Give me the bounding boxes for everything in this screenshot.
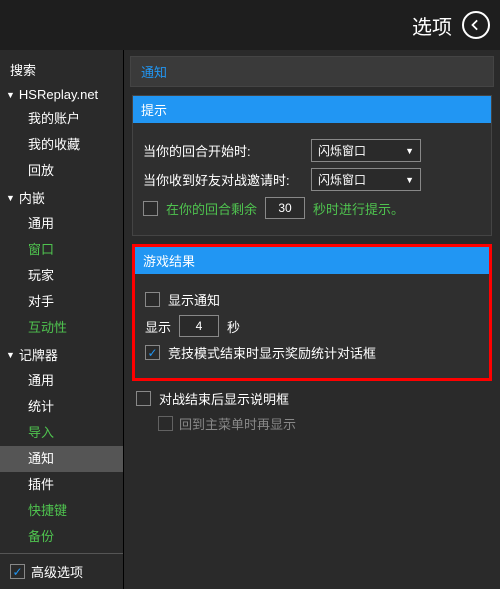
sidebar-item-player[interactable]: 玩家 [0,263,123,289]
section-embed[interactable]: ▼内嵌 [0,184,123,211]
section-tracker[interactable]: ▼记牌器 [0,341,123,368]
sidebar-item-general[interactable]: 通用 [0,211,123,237]
sidebar-item-backup[interactable]: 备份 [0,524,123,550]
match-end-checkbox[interactable] [136,391,151,406]
arena-stats-checkbox[interactable] [145,345,160,360]
advanced-label: 高级选项 [31,562,83,581]
sidebar: 搜索 ▼HSReplay.net 我的账户 我的收藏 回放 ▼内嵌 通用 窗口 … [0,50,124,589]
page-title: 选项 [412,11,452,40]
remaining-prefix: 在你的回合剩余 [166,199,257,218]
show-seconds-input[interactable] [179,315,219,337]
collapse-icon: ▼ [6,350,15,360]
show-notify-label: 显示通知 [168,290,220,309]
prompt-panel: 提示 当你的回合开始时: 闪烁窗口▼ 当你收到好友对战邀请时: 闪烁窗口▼ 在你… [132,95,492,236]
sidebar-item-import[interactable]: 导入 [0,420,123,446]
friend-challenge-label: 当你收到好友对战邀请时: [143,170,303,189]
return-menu-label: 回到主菜单时再显示 [179,414,296,433]
sidebar-item-general2[interactable]: 通用 [0,368,123,394]
collapse-icon: ▼ [6,193,15,203]
sidebar-item-replays[interactable]: 回放 [0,158,123,184]
advanced-checkbox[interactable] [10,564,25,579]
turn-start-select[interactable]: 闪烁窗口▼ [311,139,421,162]
sidebar-item-account[interactable]: 我的账户 [0,106,123,132]
sidebar-item-opponent[interactable]: 对手 [0,289,123,315]
remaining-suffix: 秒时进行提示。 [313,199,404,218]
match-end-label: 对战结束后显示说明框 [159,389,289,408]
show-label: 显示 [145,317,171,336]
sidebar-item-interactivity[interactable]: 互动性 [0,315,123,341]
back-button[interactable] [462,11,490,39]
content: 通知 提示 当你的回合开始时: 闪烁窗口▼ 当你收到好友对战邀请时: 闪烁窗口▼… [124,50,500,589]
show-notify-checkbox[interactable] [145,292,160,307]
search-label[interactable]: 搜索 [0,56,123,83]
sidebar-item-hotkeys[interactable]: 快捷键 [0,498,123,524]
result-panel-title: 游戏结果 [135,247,489,274]
sidebar-item-plugins[interactable]: 插件 [0,472,123,498]
sidebar-item-collection[interactable]: 我的收藏 [0,132,123,158]
chevron-down-icon: ▼ [405,175,414,185]
sidebar-item-stats[interactable]: 统计 [0,394,123,420]
prompt-panel-title: 提示 [133,96,491,123]
return-menu-checkbox[interactable] [158,416,173,431]
result-panel: 游戏结果 显示通知 显示 秒 竞技模式结束时显示奖励统计对话框 [132,244,492,381]
content-title: 通知 [130,56,494,87]
turn-start-label: 当你的回合开始时: [143,141,303,160]
sidebar-item-window[interactable]: 窗口 [0,237,123,263]
arena-stats-label: 竞技模式结束时显示奖励统计对话框 [168,343,376,362]
header: 选项 [0,0,500,50]
remaining-checkbox[interactable] [143,201,158,216]
chevron-down-icon: ▼ [405,146,414,156]
advanced-options[interactable]: 高级选项 [0,553,123,589]
show-suffix: 秒 [227,317,240,336]
collapse-icon: ▼ [6,90,15,100]
sidebar-item-notify[interactable]: 通知 [0,446,123,472]
arrow-left-icon [469,18,483,32]
friend-challenge-select[interactable]: 闪烁窗口▼ [311,168,421,191]
remaining-input[interactable] [265,197,305,219]
section-hsreplay[interactable]: ▼HSReplay.net [0,83,123,106]
